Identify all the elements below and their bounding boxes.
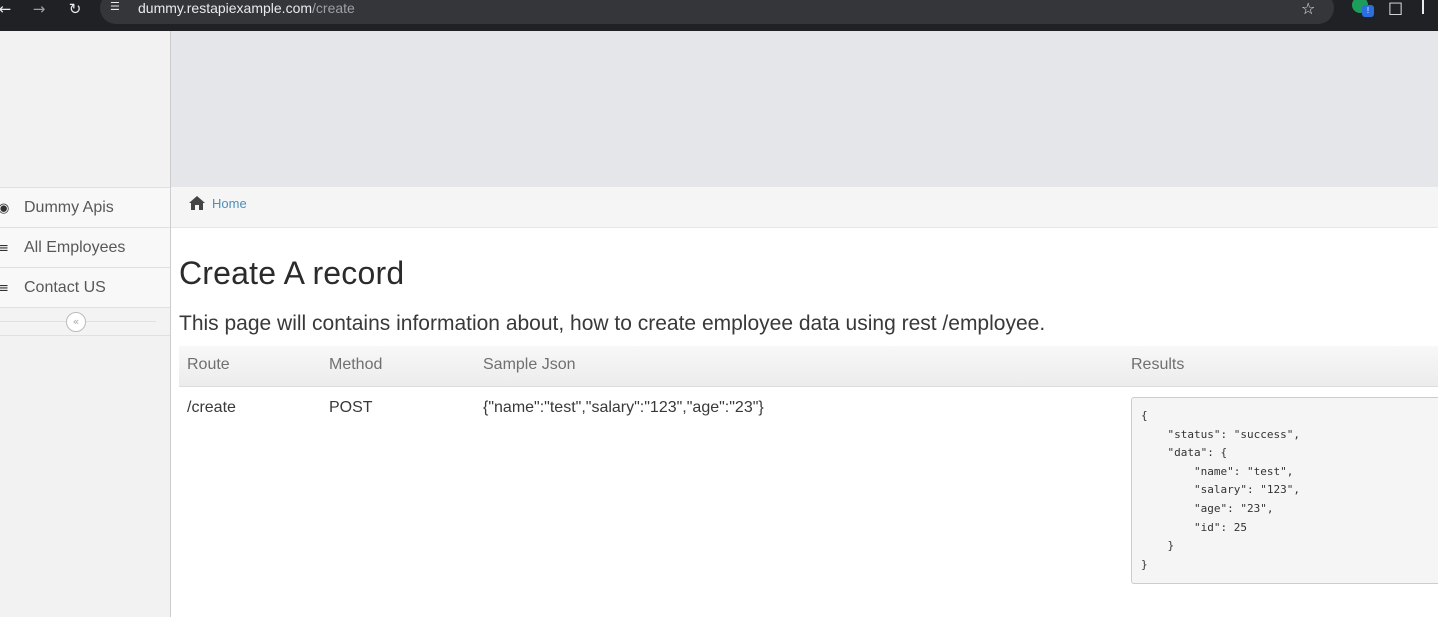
sidebar-nav: ◉ Dummy Apis ≡ All Employees ≡ Contact U… (0, 187, 170, 336)
sidebar-item-all-employees[interactable]: ≡ All Employees (0, 228, 170, 268)
breadcrumb-home-link[interactable]: Home (212, 196, 247, 211)
sidebar: ◉ Dummy Apis ≡ All Employees ≡ Contact U… (0, 31, 171, 617)
table-row: /create POST {"name":"test","salary":"12… (179, 387, 1438, 587)
back-arrow-icon[interactable]: ← (0, 0, 14, 18)
list-icon: ≡ (0, 281, 9, 296)
url-host: dummy.restapiexample.com (138, 0, 313, 16)
page-description: This page will contains information abou… (179, 312, 1046, 335)
column-header-sample-json: Sample Json (483, 356, 576, 373)
dashboard-icon: ◉ (0, 201, 10, 216)
column-header-route: Route (187, 356, 230, 373)
result-json-block: { "status": "success", "data": { "name":… (1131, 397, 1438, 584)
bookmark-star-icon[interactable]: ☆ (1301, 0, 1319, 18)
extension-icon[interactable]: ! (1352, 0, 1374, 19)
sidebar-collapse-row: « (0, 308, 170, 336)
sample-json-cell: {"name":"test","salary":"123","age":"23"… (483, 399, 764, 416)
column-header-results: Results (1131, 356, 1185, 373)
toolbar-divider (1422, 0, 1424, 14)
api-table: Route Method Sample Json Results /create… (179, 346, 1438, 587)
forward-arrow-icon[interactable]: → (30, 0, 48, 18)
browser-toolbar: ← → ↻ ☰ dummy.restapiexample.com/create … (0, 0, 1438, 31)
column-header-method: Method (329, 356, 383, 373)
url-path: /create (312, 0, 355, 16)
extensions-puzzle-icon[interactable]: □ (1388, 0, 1408, 18)
sidebar-item-label: Contact US (24, 278, 106, 296)
double-chevron-left-icon[interactable]: « (66, 312, 86, 332)
reload-icon[interactable]: ↻ (66, 0, 84, 18)
list-icon: ≡ (0, 241, 9, 256)
header-banner (171, 31, 1438, 187)
extension-badge: ! (1362, 5, 1374, 17)
sidebar-item-contact-us[interactable]: ≡ Contact US (0, 268, 170, 308)
site-info-icon[interactable]: ☰ (110, 0, 126, 16)
url-text[interactable]: dummy.restapiexample.com/create (138, 0, 355, 16)
page-title: Create A record (179, 255, 405, 291)
sidebar-item-label: All Employees (24, 238, 126, 256)
sidebar-item-dummy-apis[interactable]: ◉ Dummy Apis (0, 188, 170, 228)
home-icon (189, 196, 205, 210)
route-cell: /create (187, 399, 236, 416)
breadcrumb: Home (171, 187, 1438, 228)
sidebar-shortcuts-area (0, 31, 170, 187)
table-header: Route Method Sample Json Results (179, 346, 1438, 387)
method-cell: POST (329, 399, 373, 416)
sidebar-item-label: Dummy Apis (24, 198, 114, 216)
